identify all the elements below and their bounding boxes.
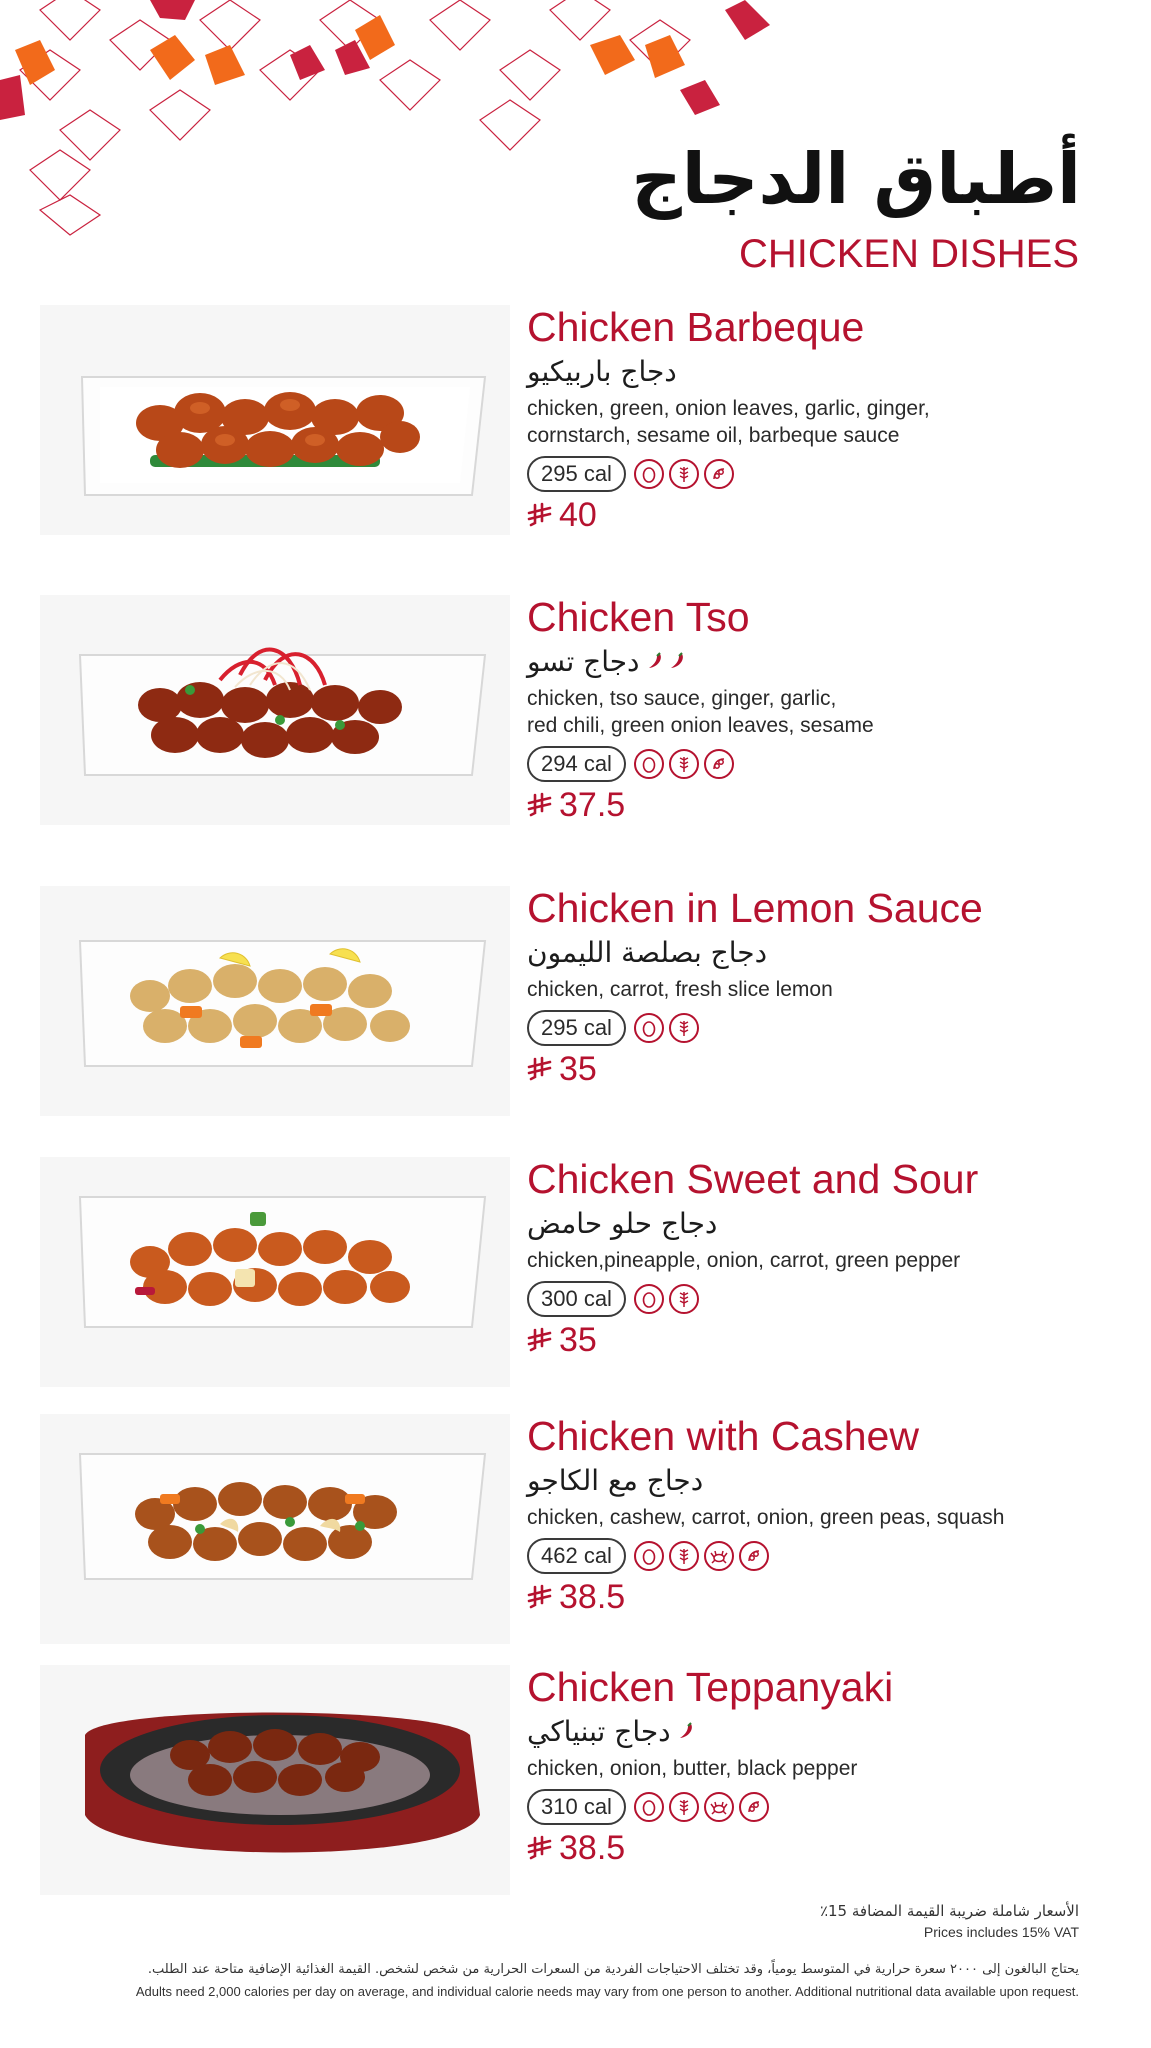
- egg-icon: [633, 749, 664, 779]
- dish-name-english: Chicken Teppanyaki: [527, 1664, 894, 1710]
- egg-icon: [633, 459, 664, 489]
- menu-item[interactable]: Chicken Barbeque دجاج باربيكيو chicken, …: [0, 305, 1151, 565]
- calorie-badge: 295 cal: [527, 1010, 626, 1046]
- dish-name-arabic: دجاج تبنياكي: [527, 1714, 671, 1748]
- wheat-icon: [668, 1013, 699, 1043]
- chicken-lemon-photo: [40, 886, 510, 1116]
- calorie-badge: 310 cal: [527, 1789, 626, 1825]
- chili-pepper-icon: [679, 1722, 692, 1738]
- soy-icon: [703, 749, 734, 779]
- calorie-badge: 295 cal: [527, 456, 626, 492]
- dish-price: 38.5: [559, 1828, 626, 1867]
- soy-icon: [738, 1541, 769, 1571]
- dish-name-arabic: دجاج بصلصة الليمون: [527, 935, 768, 969]
- dish-price: 38.5: [559, 1577, 626, 1616]
- egg-icon: [633, 1792, 664, 1822]
- dish-ingredients: chicken,pineapple, onion, carrot, green …: [527, 1249, 961, 1272]
- shellfish-icon: [703, 1792, 734, 1822]
- wheat-icon: [668, 459, 699, 489]
- dish-ingredients: chicken, onion, butter, black pepper: [527, 1757, 858, 1780]
- dish-name-english: Chicken Tso: [527, 594, 750, 640]
- shellfish-icon: [703, 1541, 734, 1571]
- dish-name-english: Chicken with Cashew: [527, 1413, 919, 1459]
- dish-ingredients: chicken, cashew, carrot, onion, green pe…: [527, 1506, 1005, 1529]
- vat-note-english: Prices includes 15% VAT: [923, 1924, 1079, 1940]
- wheat-icon: [668, 1792, 699, 1822]
- dish-ingredients: chicken, green, onion leaves, garlic, gi…: [527, 397, 930, 447]
- wheat-icon: [668, 1541, 699, 1571]
- chicken-barbeque-photo: [40, 305, 510, 535]
- calorie-badge: 300 cal: [527, 1281, 626, 1317]
- calorie-disclaimer-arabic: يحتاج البالغون إلى ٢٠٠٠ سعرة حرارية في ا…: [147, 1962, 1079, 1977]
- dish-price: 37.5: [559, 785, 626, 824]
- wheat-icon: [668, 749, 699, 779]
- egg-icon: [633, 1013, 664, 1043]
- chili-pepper-icon: [648, 652, 661, 668]
- dish-price: 35: [559, 1320, 597, 1359]
- egg-icon: [633, 1284, 664, 1314]
- menu-item[interactable]: Chicken Teppanyaki دجاج تبنياكي chicken,…: [0, 1665, 1151, 1925]
- calorie-disclaimer-english: Adults need 2,000 calories per day on av…: [135, 1984, 1079, 1999]
- menu-item[interactable]: Chicken Sweet and Sour دجاج حلو حامض chi…: [0, 1157, 1151, 1417]
- menu-item[interactable]: Chicken with Cashew دجاج مع الكاجو chick…: [0, 1414, 1151, 1674]
- dish-name-arabic: دجاج باربيكيو: [527, 354, 677, 388]
- dish-name-english: Chicken Sweet and Sour: [527, 1156, 979, 1202]
- dish-ingredients: chicken, carrot, fresh slice lemon: [527, 978, 833, 1001]
- calorie-badge: 462 cal: [527, 1538, 626, 1574]
- chicken-tso-photo: [40, 595, 510, 825]
- soy-icon: [738, 1792, 769, 1822]
- riyal-icon: [527, 1327, 552, 1352]
- page-title-english: CHICKEN DISHES: [738, 232, 1079, 276]
- riyal-icon: [527, 792, 552, 817]
- dish-price: 35: [559, 1049, 597, 1088]
- dish-ingredients: chicken, tso sauce, ginger, garlic, red …: [527, 687, 874, 737]
- chili-pepper-icon: [670, 652, 683, 668]
- page-title-arabic: أطباق الدجاج: [631, 138, 1082, 220]
- soy-icon: [703, 459, 734, 489]
- riyal-icon: [527, 1835, 552, 1860]
- riyal-icon: [527, 1584, 552, 1609]
- chicken-sweet-sour-photo: [40, 1157, 510, 1387]
- dish-name-arabic: دجاج حلو حامض: [527, 1206, 718, 1240]
- chicken-teppanyaki-photo: [40, 1665, 510, 1895]
- wheat-icon: [668, 1284, 699, 1314]
- egg-icon: [633, 1541, 664, 1571]
- dish-name-arabic: دجاج تسو: [527, 644, 640, 678]
- chicken-cashew-photo: [40, 1414, 510, 1644]
- dish-price: 40: [559, 495, 597, 534]
- riyal-icon: [527, 502, 552, 527]
- dish-name-english: Chicken Barbeque: [527, 304, 865, 350]
- menu-item[interactable]: Chicken in Lemon Sauce دجاج بصلصة الليمو…: [0, 886, 1151, 1146]
- dish-name-arabic: دجاج مع الكاجو: [527, 1463, 704, 1497]
- dish-name-english: Chicken in Lemon Sauce: [527, 885, 983, 931]
- menu-item[interactable]: Chicken Tso دجاج تسو chicken, tso sauce,…: [0, 595, 1151, 855]
- riyal-icon: [527, 1056, 552, 1081]
- calorie-badge: 294 cal: [527, 746, 626, 782]
- vat-note-arabic: الأسعار شاملة ضريبة القيمة المضافة 15٪: [819, 1902, 1079, 1920]
